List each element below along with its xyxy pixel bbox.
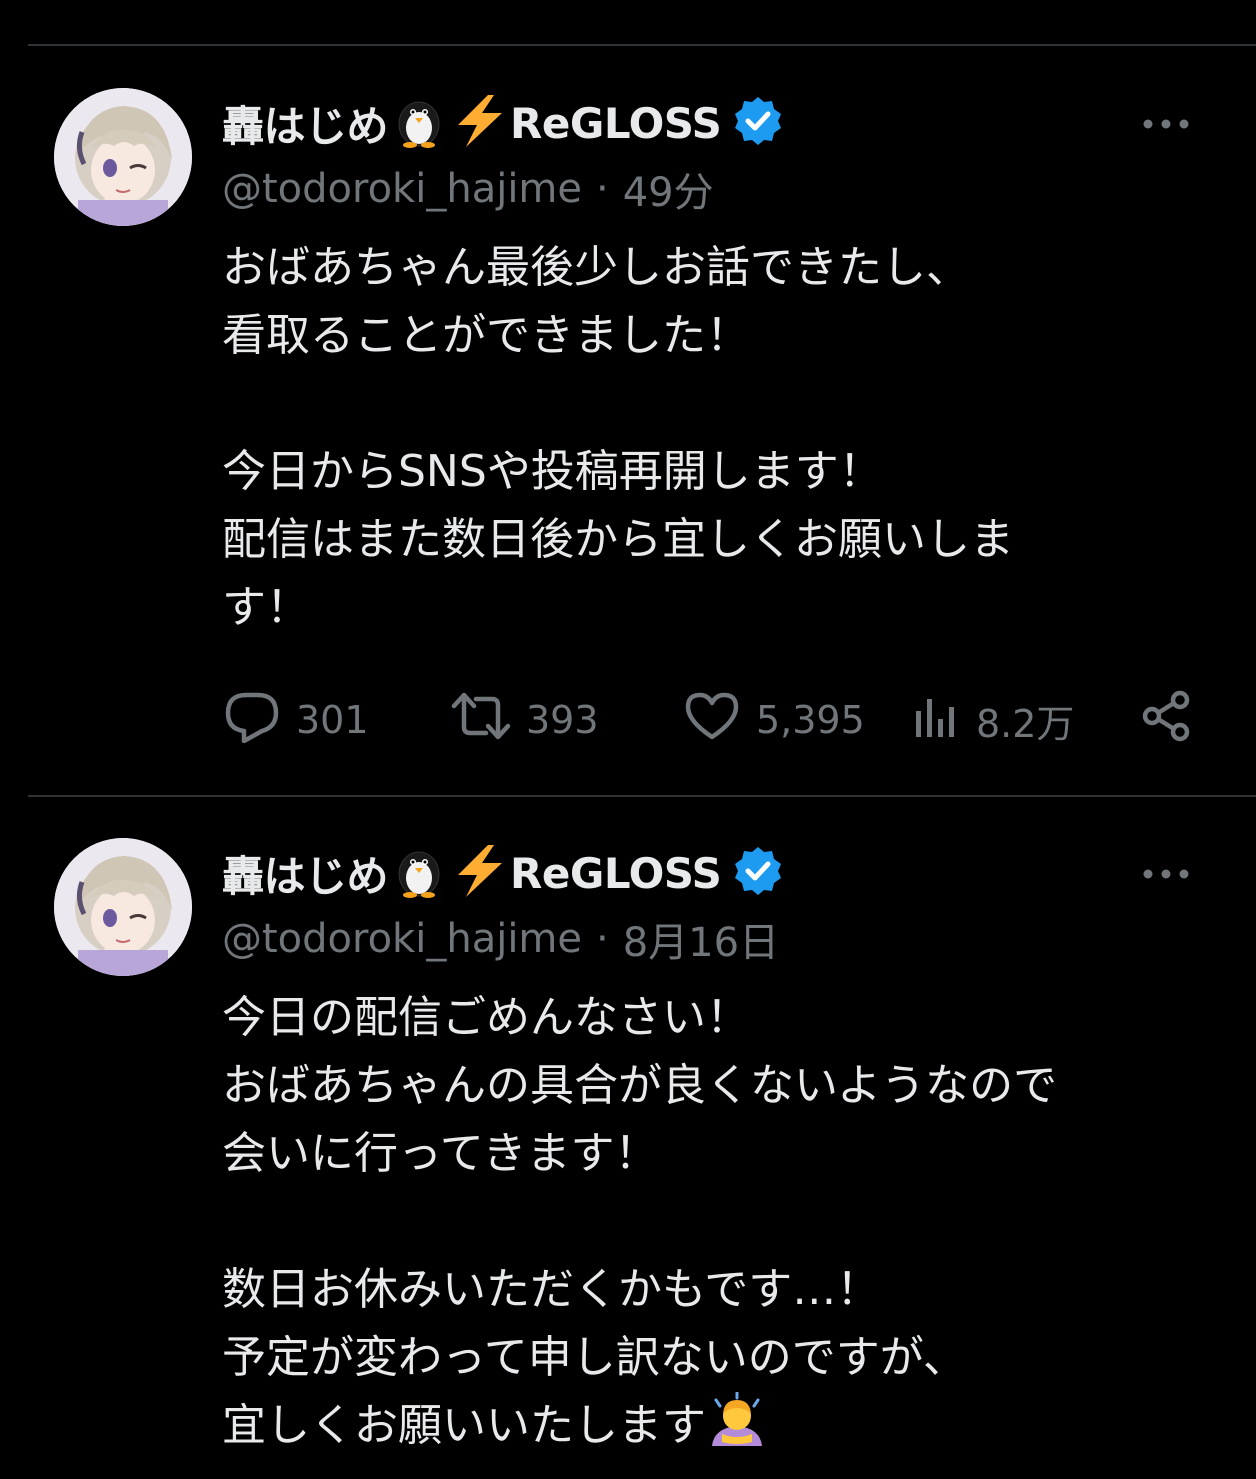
avatar-image — [54, 88, 192, 226]
display-name[interactable]: 轟はじめ — [222, 843, 389, 904]
tweet-text: 今日の配信ごめんなさい！ おばあちゃんの具合が良くないようなので 会いに行ってき… — [222, 984, 1222, 1460]
more-options-icon[interactable] — [1140, 864, 1196, 884]
tweet-text-line: 配信はまた数日後から宜しくお願いしま — [222, 514, 1014, 565]
meta-separator: · — [596, 166, 609, 212]
tweet-text-line: 会いに行ってきます！ — [222, 1128, 659, 1179]
penguin-icon — [390, 844, 448, 902]
display-name[interactable]: 轟はじめ — [222, 93, 389, 154]
view-count: 8.2万 — [976, 701, 1075, 746]
tweet-timestamp[interactable]: 8月16日 — [623, 910, 779, 968]
tweet-text-line: おばあちゃん最後少しお話できたし、 — [222, 242, 970, 293]
penguin-icon — [390, 94, 448, 152]
tweet-meta: @todoroki_hajime · 8月16日 — [222, 912, 779, 966]
author-name-row[interactable]: 轟はじめ ReGLOSS — [222, 93, 785, 153]
analytics-icon — [912, 689, 962, 752]
tweet-text-line: 数日お休みいただくかもです…！ — [222, 1264, 881, 1315]
retweet-count: 393 — [526, 698, 599, 742]
meta-separator: · — [596, 916, 609, 962]
tweet-actions: 301 393 5,395 8.2万 — [222, 690, 1202, 750]
like-count: 5,395 — [756, 698, 865, 742]
reply-icon — [222, 689, 282, 752]
share-button[interactable] — [1138, 690, 1194, 750]
retweet-icon — [450, 689, 512, 752]
top-divider — [28, 44, 1256, 46]
lightning-icon — [450, 843, 510, 903]
author-handle[interactable]: @todoroki_hajime — [222, 166, 582, 212]
like-button[interactable]: 5,395 — [682, 690, 865, 750]
more-options-icon[interactable] — [1140, 114, 1196, 134]
share-icon — [1138, 688, 1194, 753]
retweet-button[interactable]: 393 — [450, 690, 599, 750]
tweet-text-line: 今日の配信ごめんなさい！ — [222, 992, 750, 1043]
avatar[interactable] — [54, 88, 192, 226]
tweet-text-line: 今日からSNSや投稿再開します！ — [222, 446, 883, 497]
group-name[interactable]: ReGLOSS — [510, 99, 722, 148]
tweet-text: おばあちゃん最後少しお話できたし、 看取ることができました！ 今日からSNSや投… — [222, 234, 1222, 642]
tweet-divider — [28, 795, 1256, 797]
tweet-text-line — [222, 370, 1222, 438]
heart-icon — [682, 689, 742, 752]
reply-count: 301 — [296, 698, 369, 742]
lightning-icon — [450, 93, 510, 153]
tweet-text-line: 看取ることができました！ — [222, 310, 750, 361]
avatar-image — [54, 838, 192, 976]
verified-badge-icon[interactable] — [731, 94, 785, 152]
verified-badge-icon[interactable] — [731, 844, 785, 902]
tweet-timestamp[interactable]: 49分 — [623, 160, 714, 218]
author-name-row[interactable]: 轟はじめ ReGLOSS — [222, 843, 785, 903]
tweet-text-line: 宜しくお願いいたします — [222, 1400, 706, 1451]
author-handle[interactable]: @todoroki_hajime — [222, 916, 582, 962]
tweet-text-line: す！ — [222, 582, 310, 633]
tweet-text-last-line: 宜しくお願いいたします — [222, 1390, 1222, 1460]
reply-button[interactable]: 301 — [222, 690, 369, 750]
group-name[interactable]: ReGLOSS — [510, 849, 722, 898]
tweet-text-line: おばあちゃんの具合が良くないようなので — [222, 1060, 1058, 1111]
avatar[interactable] — [54, 838, 192, 976]
tweet-text-line — [222, 1188, 1222, 1256]
tweet-meta: @todoroki_hajime · 49分 — [222, 162, 714, 216]
person-bowing-icon — [706, 1390, 768, 1468]
views-button[interactable]: 8.2万 — [912, 690, 1074, 750]
tweet-text-line: 予定が変わって申し訳ないのですが、 — [222, 1332, 967, 1383]
